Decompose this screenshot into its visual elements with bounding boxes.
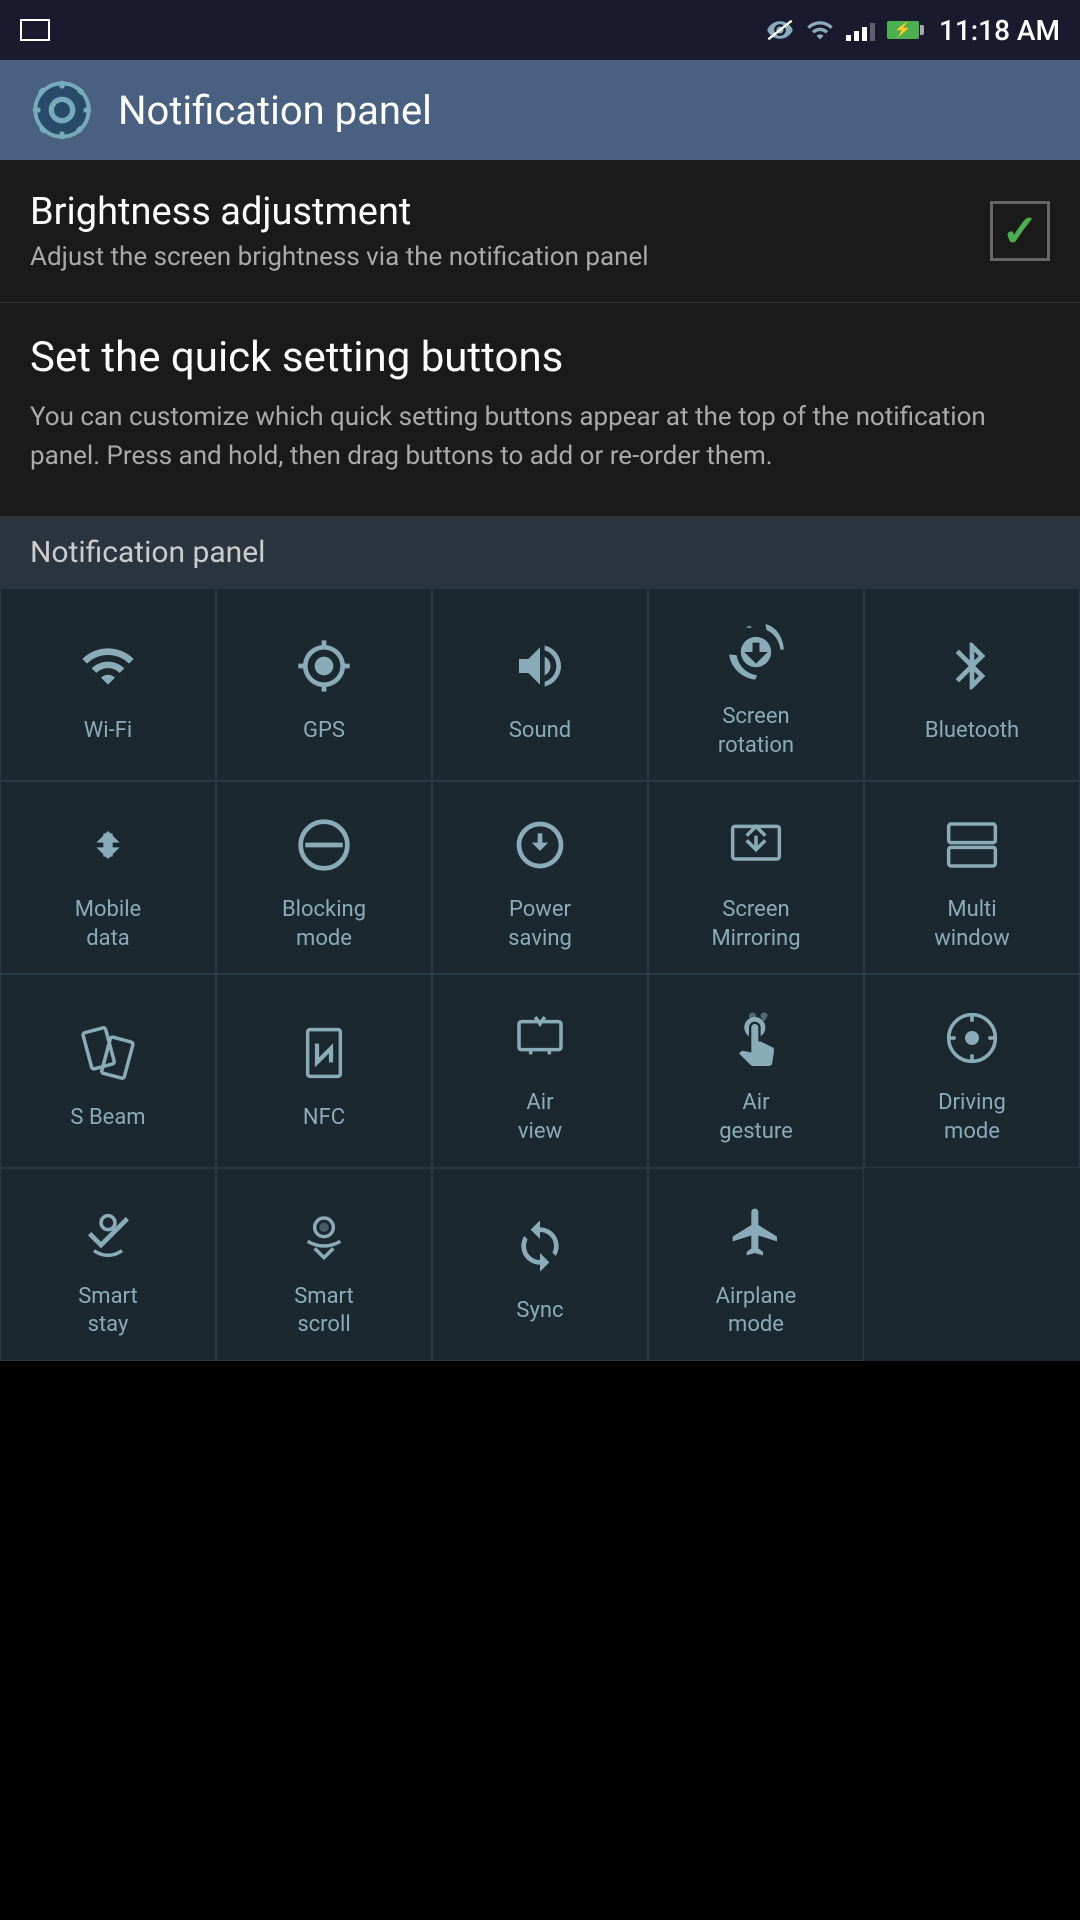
battery-icon: ⚡ [887,21,919,39]
settings-gear-icon [30,78,94,142]
grid-item-smart-stay[interactable]: Smartstay [0,1168,216,1361]
grid-item-screen-rotation[interactable]: Screenrotation [648,588,864,781]
brightness-checkbox[interactable]: ✓ [990,201,1050,261]
grid-item-blocking-mode[interactable]: Blockingmode [216,781,432,974]
blocking-mode-icon [296,810,352,880]
grid-item-smart-scroll[interactable]: Smartscroll [216,1168,432,1361]
mobile-data-label: Mobiledata [75,896,141,953]
grid-item-air-gesture[interactable]: Airgesture [648,974,864,1167]
grid-item-airplane-mode[interactable]: Airplanemode [648,1168,864,1361]
air-view-icon [512,1003,568,1073]
air-view-label: Airview [518,1089,562,1146]
wifi-icon [80,631,136,701]
bluetooth-icon [944,631,1000,701]
mobile-data-icon [80,810,136,880]
screen-rotation-label: Screenrotation [718,703,794,760]
quick-settings-section: Set the quick setting buttons You can cu… [0,303,1080,517]
nfc-icon [296,1018,352,1088]
grid-item-sync[interactable]: Sync [432,1168,648,1361]
power-saving-icon [512,810,568,880]
s-beam-icon [80,1018,136,1088]
thumbnail-status-icon [20,19,50,41]
smart-scroll-label: Smartscroll [294,1283,354,1340]
grid-item-multi-window[interactable]: Multiwindow [864,781,1080,974]
checkmark-icon: ✓ [1002,205,1039,257]
multi-window-icon [944,810,1000,880]
brightness-adjustment-section: Brightness adjustment Adjust the screen … [0,160,1080,303]
grid-item-driving-mode[interactable]: Drivingmode [864,974,1080,1167]
status-bar: ⚡ 11:18 AM [0,0,1080,60]
airplane-mode-icon [728,1197,784,1267]
grid-item-sound[interactable]: Sound [432,588,648,781]
bluetooth-label: Bluetooth [925,717,1019,746]
grid-item-power-saving[interactable]: Powersaving [432,781,648,974]
screen-mirroring-label: ScreenMirroring [711,896,800,953]
signal-icon [846,19,875,41]
air-gesture-icon [728,1003,784,1073]
quick-settings-description: You can customize which quick setting bu… [30,398,1050,476]
multi-window-label: Multiwindow [934,896,1010,953]
airplane-mode-label: Airplanemode [716,1283,797,1340]
brightness-description: Adjust the screen brightness via the not… [30,242,649,272]
screen-rotation-icon [728,617,784,687]
screen-mirroring-icon [728,810,784,880]
quick-settings-grid: Wi-Fi GPS Sound Screenrotation Bluetooth… [0,588,1080,1361]
sound-icon [512,631,568,701]
nfc-label: NFC [303,1104,345,1133]
grid-item-mobile-data[interactable]: Mobiledata [0,781,216,974]
eye-icon [766,16,794,44]
status-time: 11:18 AM [939,14,1060,47]
grid-item-air-view[interactable]: Airview [432,974,648,1167]
page-title: Notification panel [118,87,432,134]
wifi-status-icon [806,16,834,44]
grid-item-wifi[interactable]: Wi-Fi [0,588,216,781]
grid-item-nfc[interactable]: NFC [216,974,432,1167]
smart-scroll-icon [296,1197,352,1267]
blocking-mode-label: Blockingmode [282,896,366,953]
wifi-label: Wi-Fi [84,717,132,746]
power-saving-label: Powersaving [508,896,572,953]
brightness-text: Brightness adjustment Adjust the screen … [30,190,649,272]
grid-item-s-beam[interactable]: S Beam [0,974,216,1167]
quick-settings-title: Set the quick setting buttons [30,333,1050,382]
gps-label: GPS [303,717,345,746]
sound-label: Sound [509,717,571,746]
smart-stay-icon [80,1197,136,1267]
driving-mode-icon [944,1003,1000,1073]
smart-stay-label: Smartstay [78,1283,138,1340]
driving-mode-label: Drivingmode [938,1089,1006,1146]
gps-icon [296,631,352,701]
air-gesture-label: Airgesture [719,1089,793,1146]
grid-item-screen-mirroring[interactable]: ScreenMirroring [648,781,864,974]
sync-icon [512,1211,568,1281]
s-beam-label: S Beam [70,1104,145,1133]
brightness-title: Brightness adjustment [30,190,649,234]
panel-label: Notification panel [0,517,1080,588]
grid-item-bluetooth[interactable]: Bluetooth [864,588,1080,781]
sync-label: Sync [516,1297,563,1326]
page-header: Notification panel [0,60,1080,160]
grid-item-gps[interactable]: GPS [216,588,432,781]
